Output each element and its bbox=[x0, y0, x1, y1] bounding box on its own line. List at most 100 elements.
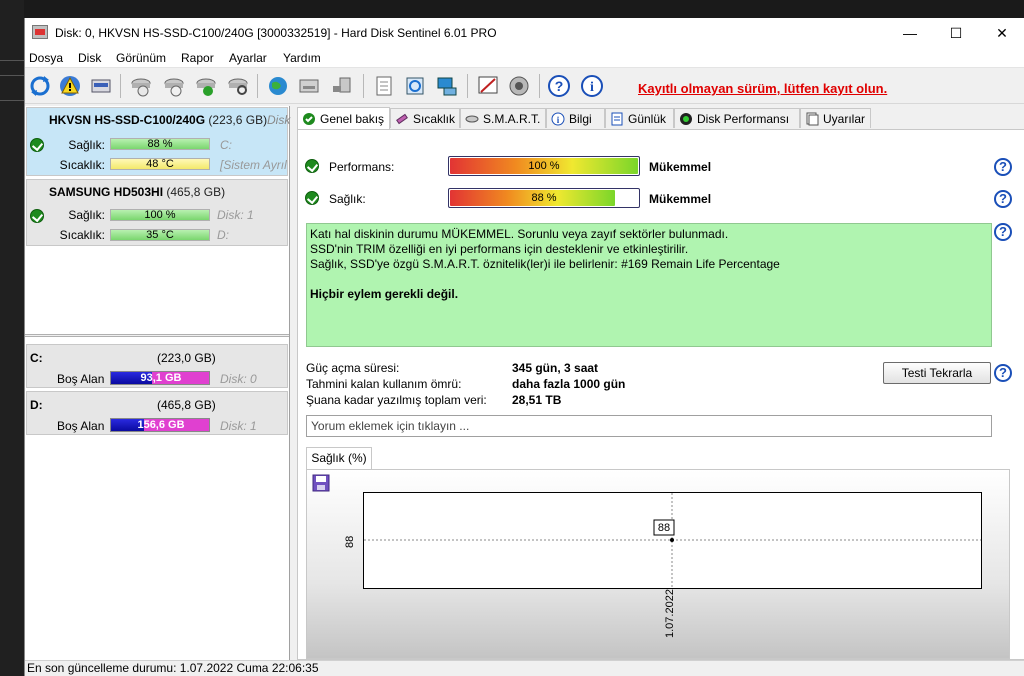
menu-disk[interactable]: Disk bbox=[78, 51, 101, 65]
performance-label: Performans: bbox=[329, 160, 395, 174]
tab-sicaklik[interactable]: Sıcaklık bbox=[390, 108, 460, 128]
tab-genel-bakis[interactable]: Genel bakış bbox=[297, 107, 390, 129]
partition-label: D: bbox=[217, 228, 229, 242]
tab-label: Disk Performansı bbox=[697, 111, 790, 126]
volume-disk-label: Disk: 1 bbox=[220, 419, 257, 433]
maximize-button[interactable]: ☐ bbox=[933, 18, 979, 48]
menu-dosya[interactable]: Dosya bbox=[29, 51, 63, 65]
tab-label: S.M.A.R.T. bbox=[483, 111, 541, 126]
settings-icon[interactable] bbox=[475, 73, 501, 99]
svg-text:?: ? bbox=[555, 78, 564, 94]
toolbar-separator bbox=[363, 74, 364, 98]
menu-rapor[interactable]: Rapor bbox=[181, 51, 214, 65]
free-space-label: Boş Alan bbox=[57, 419, 105, 433]
save-icon[interactable] bbox=[312, 474, 330, 492]
title-bar: Disk: 0, HKVSN HS-SSD-C100/240G [3000332… bbox=[25, 18, 1024, 48]
check-icon bbox=[305, 159, 319, 173]
update-icon[interactable] bbox=[402, 73, 428, 99]
temperature-bar: 48 °C bbox=[110, 158, 210, 170]
menu-gorunum[interactable]: Görünüm bbox=[116, 51, 166, 65]
minimize-button[interactable]: — bbox=[887, 18, 933, 48]
tab-label: Uyarılar bbox=[823, 111, 866, 126]
help-icon[interactable]: ? bbox=[546, 73, 572, 99]
status-line: Sağlık, SSD'ye özgü S.M.A.R.T. öznitelik… bbox=[310, 257, 780, 271]
help-icon[interactable]: ? bbox=[994, 364, 1012, 382]
health-label: Sağlık: bbox=[68, 138, 105, 152]
alert-icon[interactable] bbox=[57, 73, 83, 99]
health-bar: 88 % bbox=[448, 188, 640, 208]
help-icon[interactable]: ? bbox=[994, 223, 1012, 241]
status-bar: En son güncelleme durumu: 1.07.2022 Cuma… bbox=[25, 660, 1024, 676]
data-label: 88 bbox=[653, 519, 675, 536]
retest-button[interactable]: Testi Tekrarla bbox=[883, 362, 991, 384]
network-icon[interactable] bbox=[434, 73, 460, 99]
health-value: 88 % bbox=[531, 192, 557, 204]
sound-icon[interactable] bbox=[506, 73, 532, 99]
tab-disk-performansi[interactable]: Disk Performansı bbox=[674, 108, 800, 128]
tab-label: Bilgi bbox=[569, 111, 592, 126]
globe-icon[interactable] bbox=[265, 73, 291, 99]
disk-index-truncated: Disk bbox=[267, 113, 291, 127]
desktop-background bbox=[0, 0, 24, 676]
app-logo-icon bbox=[32, 25, 48, 39]
tab-bilgi[interactable]: i Bilgi bbox=[546, 108, 605, 128]
network-disk-icon[interactable] bbox=[329, 73, 355, 99]
performance-bar: 100 % bbox=[448, 156, 640, 176]
health-bar: 100 % bbox=[110, 209, 210, 221]
comment-input[interactable]: Yorum eklemek için tıklayın ... bbox=[306, 415, 992, 437]
gauge-icon bbox=[679, 112, 693, 126]
disk-info-icon[interactable] bbox=[128, 73, 154, 99]
disk-icon[interactable] bbox=[88, 73, 114, 99]
help-icon[interactable]: ? bbox=[994, 190, 1012, 208]
power-on-time-label: Güç açma süresi: bbox=[306, 361, 400, 375]
panel-splitter[interactable] bbox=[25, 334, 289, 337]
thermometer-icon bbox=[395, 112, 409, 126]
temperature-label: Sıcaklık: bbox=[59, 158, 105, 172]
status-description: Katı hal diskinin durumu MÜKEMMEL. Sorun… bbox=[306, 223, 992, 347]
server-icon[interactable] bbox=[296, 73, 322, 99]
disk-index-label: Disk: 1 bbox=[217, 208, 254, 222]
info-icon: i bbox=[551, 112, 565, 126]
tab-label: Günlük bbox=[628, 111, 667, 126]
toolbar-separator bbox=[257, 74, 258, 98]
toolbar-separator bbox=[467, 74, 468, 98]
volume-size: (223,0 GB) bbox=[157, 351, 216, 365]
background-line bbox=[0, 75, 24, 76]
tab-smart[interactable]: S.M.A.R.T. bbox=[460, 108, 546, 128]
help-icon[interactable]: ? bbox=[994, 158, 1012, 176]
disk-ok-icon[interactable] bbox=[193, 73, 219, 99]
close-button[interactable]: ✕ bbox=[979, 18, 1024, 48]
menu-yardim[interactable]: Yardım bbox=[283, 51, 321, 65]
check-icon bbox=[302, 112, 316, 126]
info-icon[interactable]: i bbox=[579, 73, 605, 99]
tab-label: Genel bakış bbox=[320, 111, 385, 126]
menu-bar: Dosya Disk Görünüm Rapor Ayarlar Yardım bbox=[25, 48, 1024, 68]
volume-card-d[interactable]: D: (465,8 GB) Boş Alan 156,6 GB Disk: 1 bbox=[26, 391, 288, 435]
disk-search-icon[interactable] bbox=[225, 73, 251, 99]
registration-warning-link[interactable]: Kayıtlı olmayan sürüm, lütfen kayıt olun… bbox=[638, 81, 887, 96]
health-rating: Mükemmel bbox=[649, 192, 712, 206]
disk-temp-icon[interactable] bbox=[161, 73, 187, 99]
alerts-icon bbox=[805, 112, 819, 126]
volume-card-c[interactable]: C: (223,0 GB) Boş Alan 93,1 GB Disk: 0 bbox=[26, 344, 288, 388]
disk-card-0[interactable]: HKVSN HS-SSD-C100/240G (223,6 GB) Disk S… bbox=[26, 107, 291, 176]
log-icon bbox=[610, 112, 624, 126]
background-line bbox=[0, 60, 24, 61]
free-space-label: Boş Alan bbox=[57, 372, 105, 386]
tab-gunluk[interactable]: Günlük bbox=[605, 108, 674, 128]
data-point bbox=[670, 538, 674, 542]
check-icon bbox=[305, 191, 319, 205]
tab-health-graph[interactable]: Sağlık (%) bbox=[306, 447, 372, 469]
app-window: Disk: 0, HKVSN HS-SSD-C100/240G [3000332… bbox=[24, 18, 1024, 676]
tab-uyarilar[interactable]: Uyarılar bbox=[800, 108, 871, 128]
health-label: Sağlık: bbox=[68, 208, 105, 222]
volume-disk-label: Disk: 0 bbox=[220, 372, 257, 386]
disk-list-panel: HKVSN HS-SSD-C100/240G (223,6 GB) Disk S… bbox=[25, 106, 290, 660]
disk-card-1[interactable]: SAMSUNG HD503HI (465,8 GB) Sağlık: 100 %… bbox=[26, 179, 288, 246]
refresh-icon[interactable] bbox=[27, 73, 53, 99]
tab-label: Sıcaklık bbox=[413, 111, 456, 126]
toolbar-separator bbox=[539, 74, 540, 98]
report-icon[interactable] bbox=[371, 73, 397, 99]
menu-ayarlar[interactable]: Ayarlar bbox=[229, 51, 267, 65]
free-space-value: 93,1 GB bbox=[140, 372, 182, 384]
